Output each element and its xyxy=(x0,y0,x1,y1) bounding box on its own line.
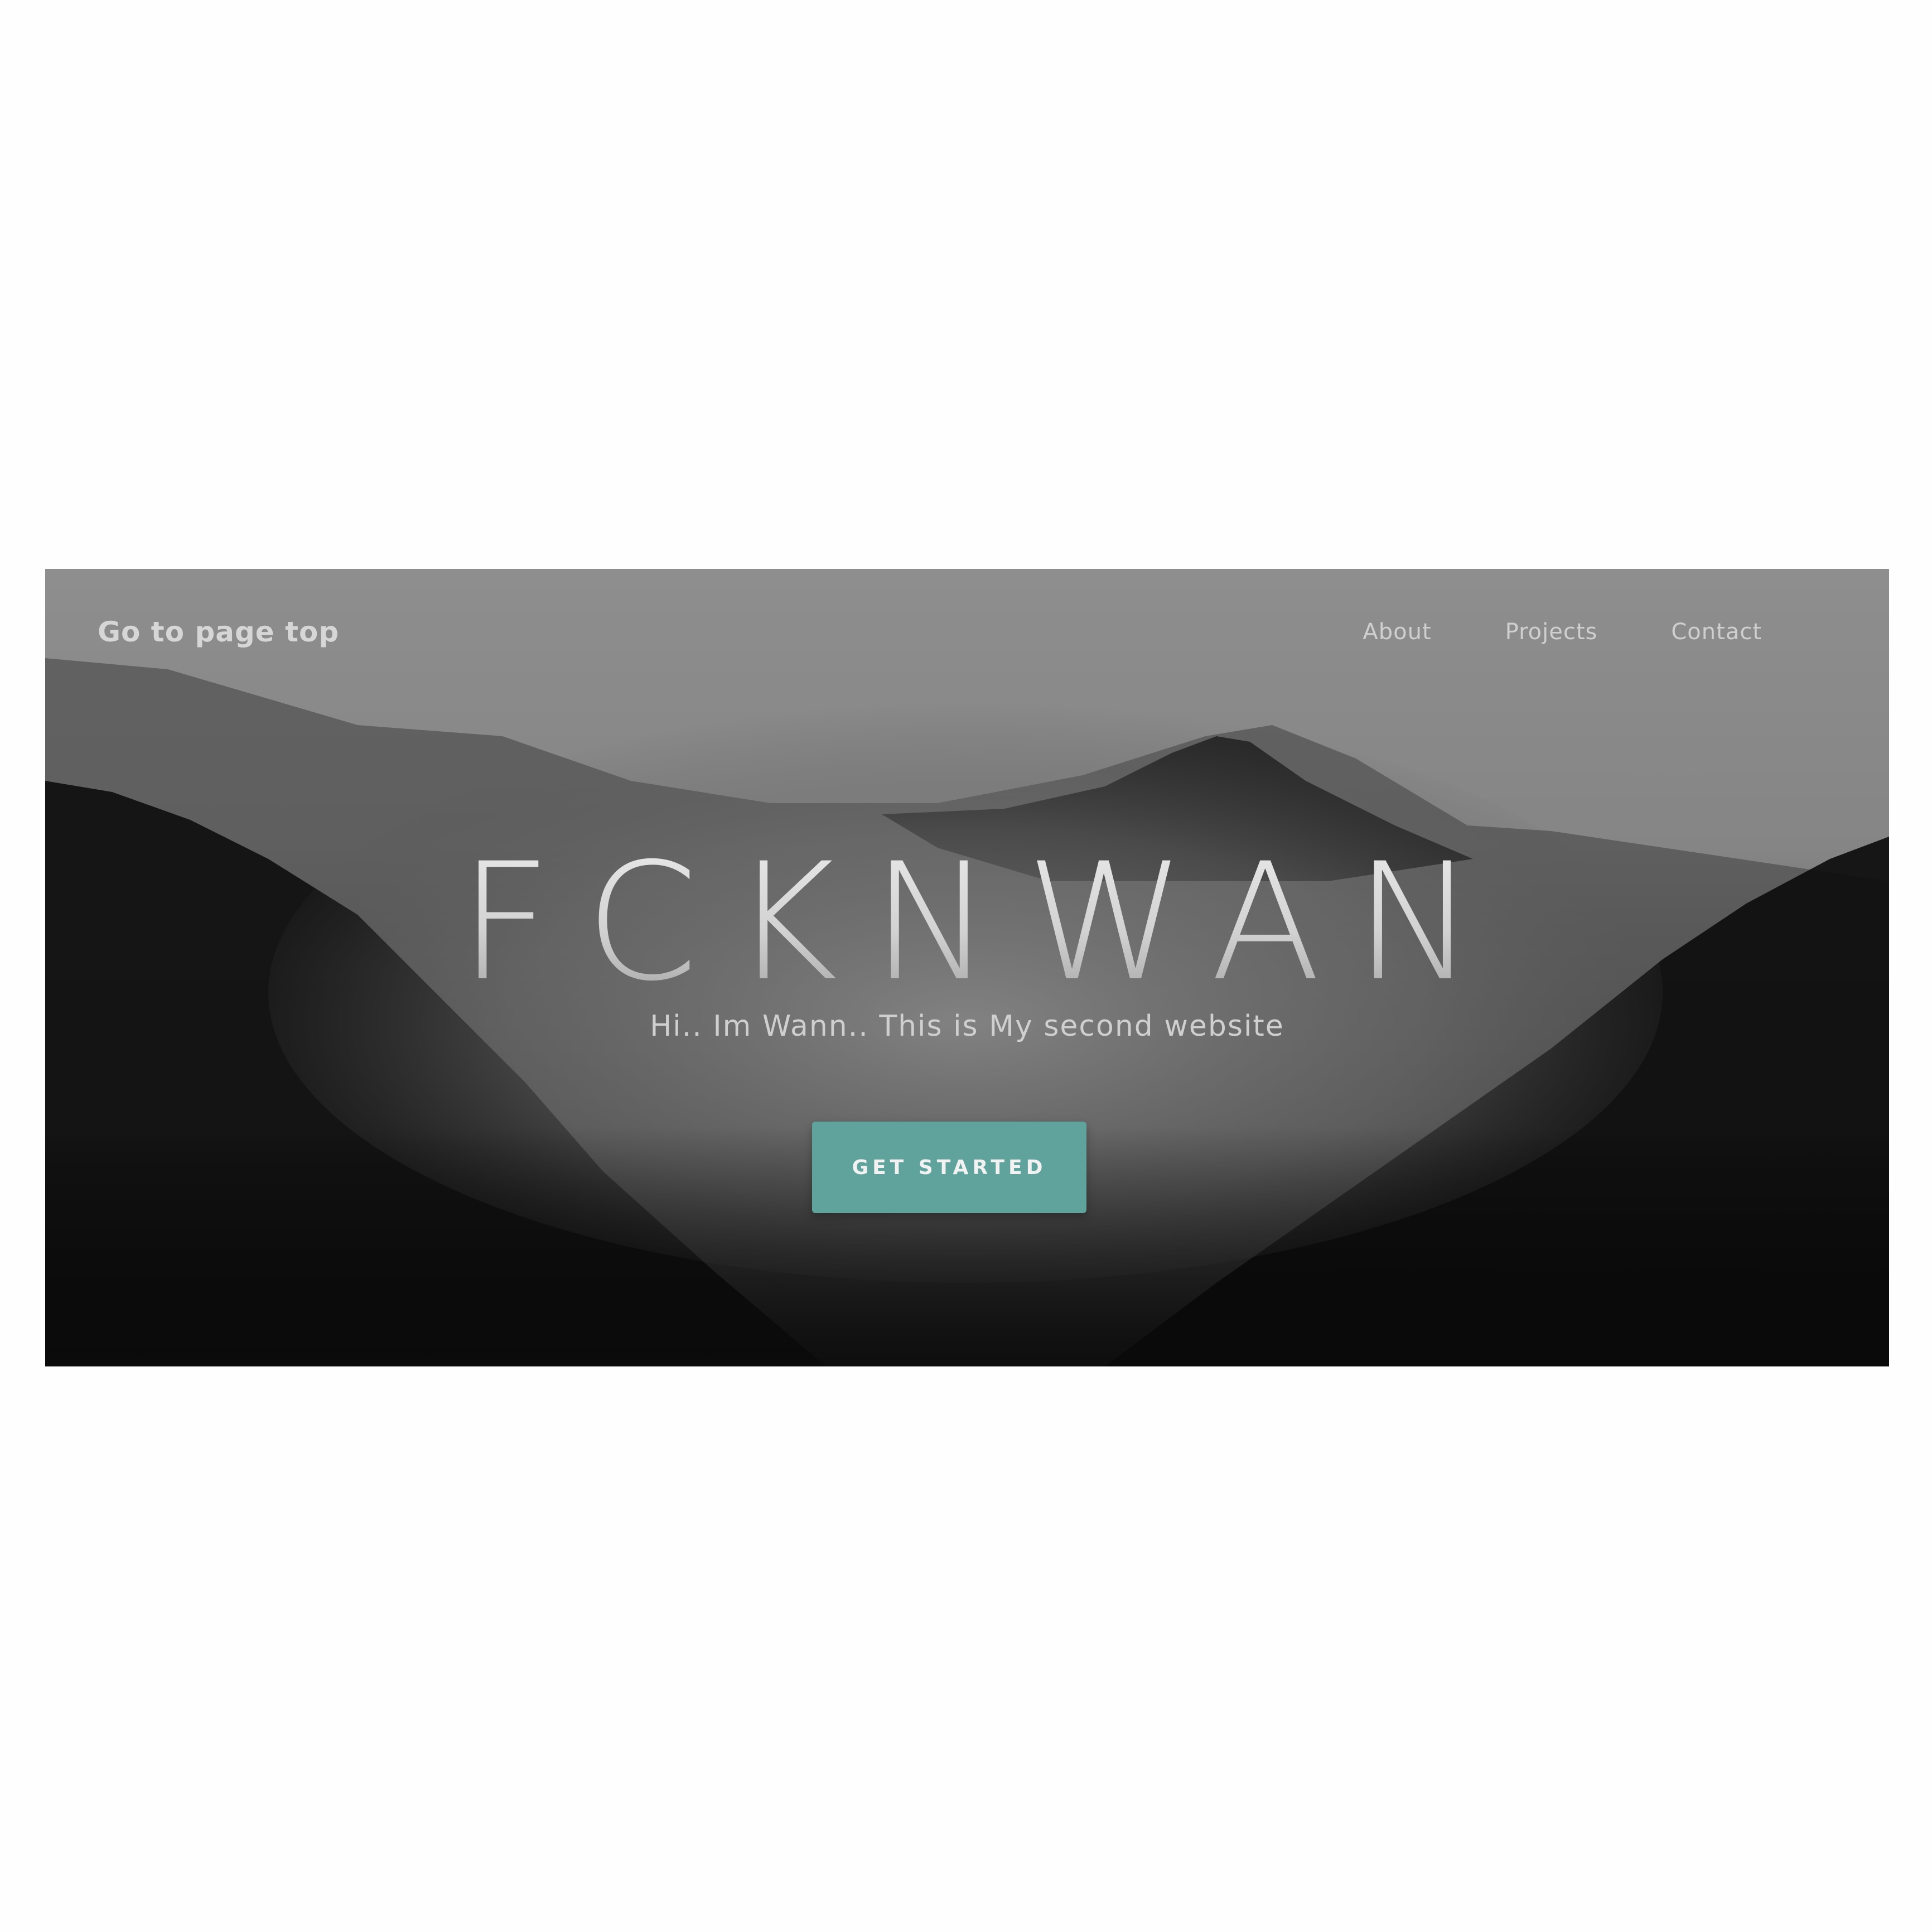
get-started-button[interactable]: GET STARTED xyxy=(812,1122,1086,1213)
hero-title: FCKNWAN xyxy=(45,842,1889,1004)
nav-link-projects[interactable]: Projects xyxy=(1505,619,1598,645)
nav-links: About Projects Contact xyxy=(1363,619,1762,645)
nav-link-about[interactable]: About xyxy=(1363,619,1431,645)
hero-section: Go to page top About Projects Contact FC… xyxy=(45,569,1889,1366)
nav-link-contact[interactable]: Contact xyxy=(1671,619,1762,645)
hero-subtitle: Hi.. Im Wann.. This is My second website xyxy=(650,1010,1284,1043)
nav-brand-link[interactable]: Go to page top xyxy=(98,616,339,648)
